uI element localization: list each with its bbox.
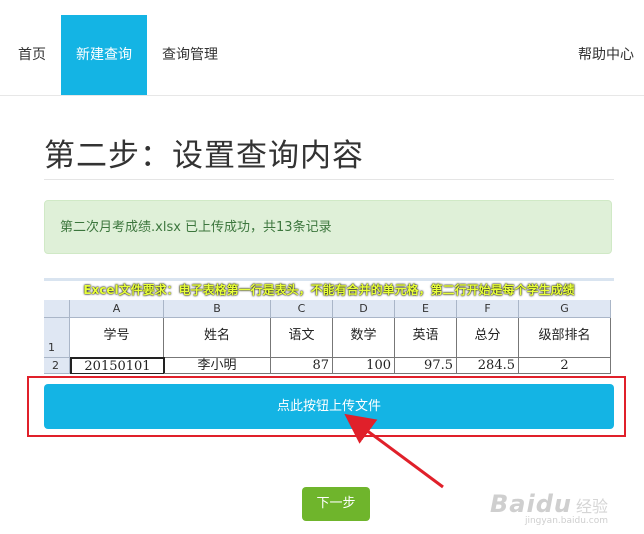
next-step-button[interactable]: 下一步 bbox=[302, 487, 370, 521]
watermark-logo: Bai bbox=[490, 490, 536, 518]
baidu-jingyan-watermark: Baidu 经验 jingyan.baidu.com bbox=[490, 490, 608, 526]
annotation-arrow-icon bbox=[344, 413, 444, 489]
watermark-logo-suffix: du bbox=[535, 490, 572, 518]
watermark-cn: 经验 bbox=[575, 497, 608, 516]
